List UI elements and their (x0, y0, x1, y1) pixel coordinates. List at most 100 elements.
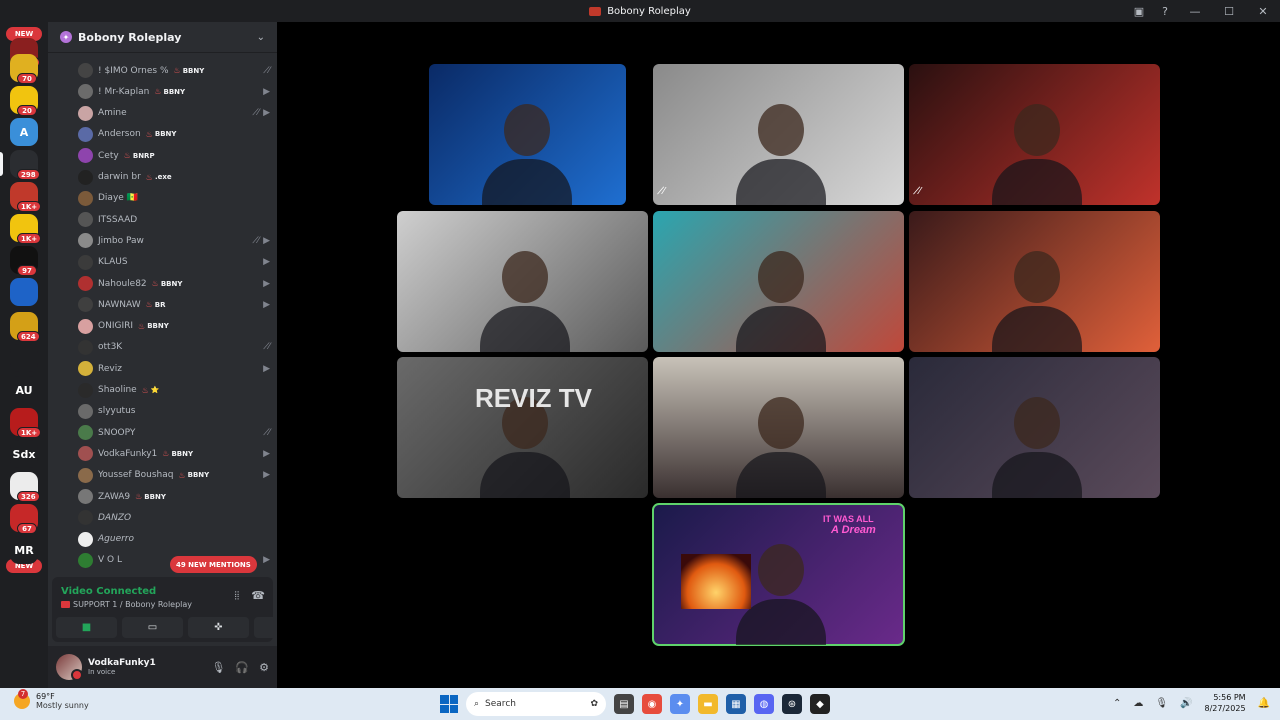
voice-member[interactable]: Youssef Boushaq ♨ BBNY ▶ (78, 465, 270, 486)
voice-member-list: ! $IMO Ornes % ♨ BBNY ⁄̸! Mr-Kaplan ♨ BBNY ▶ Am… (48, 60, 277, 570)
avatar (78, 361, 93, 377)
task-view-icon[interactable]: ▤ (614, 694, 634, 714)
tag-icon: ♨ (145, 300, 153, 310)
server-badge-1: 70 (17, 73, 37, 84)
video-tile[interactable]: REVIZ TV (397, 357, 648, 498)
member-status-icons: ▶ (263, 87, 270, 97)
voice-member[interactable]: Cety ♨ BNRP (78, 145, 270, 166)
voice-member[interactable]: darwin br ♨ .exe (78, 167, 270, 188)
server-icon-10[interactable] (10, 344, 38, 372)
avatar[interactable] (56, 654, 83, 681)
video-camera-icon: ▶ (263, 299, 270, 310)
voice-member[interactable]: SNOOPY ⁄̸ (78, 422, 270, 443)
voice-member[interactable]: Jimbo Paw ⁄̸ ▶ (78, 230, 270, 251)
muted-mic-icon: ⁄̸ (268, 65, 270, 76)
server-tag-text: BNRP (132, 151, 155, 160)
disconnect-icon[interactable]: ☎ (251, 589, 265, 603)
avatar (78, 382, 93, 398)
voice-member[interactable]: ONIGIRI ♨ BBNY (78, 316, 270, 337)
server-icon-13[interactable]: Sdx (10, 440, 38, 468)
voice-channel[interactable]: SUPPORT 1 / Bobony Roleplay (61, 600, 192, 609)
copilot-icon[interactable]: ✦ (670, 694, 690, 714)
headphones-icon[interactable]: 🎧 (235, 661, 249, 674)
server-icon-16[interactable]: MR (10, 536, 38, 564)
help-icon[interactable]: ? (1152, 0, 1178, 22)
screen-share-button[interactable]: ▭ (122, 617, 183, 638)
network-icon[interactable]: ☁ (1133, 698, 1143, 709)
store-icon[interactable]: ▦ (726, 694, 746, 714)
server-tag-text: BBNY (144, 492, 166, 501)
video-tile[interactable] (909, 357, 1160, 498)
weather-temp: 69°F (36, 692, 55, 701)
user-name: VodkaFunky1 (88, 658, 156, 668)
discord-icon[interactable]: ◍ (754, 694, 774, 714)
server-icon (61, 601, 70, 608)
file-explorer-icon[interactable]: ▬ (698, 694, 718, 714)
taskbar-apps: ⌕ Search ✿ ▤ ◉ ✦ ▬ ▦ ◍ ⊛ ◆ (440, 692, 830, 716)
maximize-button[interactable]: ☐ (1212, 0, 1246, 22)
video-tile[interactable]: IT WAS ALL A Dream (652, 503, 905, 646)
windows-start-icon[interactable] (440, 695, 458, 713)
camera-button[interactable]: ■ (56, 617, 117, 638)
weather-widget[interactable]: 69°F Mostly sunny (14, 689, 89, 710)
voice-member[interactable]: Nahoule82 ♨ BBNY ▶ (78, 273, 270, 294)
voice-member[interactable]: Amine ⁄̸ ▶ (78, 103, 270, 124)
chrome-icon[interactable]: ◉ (642, 694, 662, 714)
voice-member[interactable]: KLAUS ▶ (78, 252, 270, 273)
server-icon-8[interactable] (10, 278, 38, 306)
participant-video (758, 104, 804, 156)
search-placeholder: Search (485, 699, 516, 709)
activity-button[interactable]: ✜ (188, 617, 249, 638)
microphone-tray-icon[interactable]: 🎙 (1155, 698, 1168, 709)
close-button[interactable]: ✕ (1246, 0, 1280, 22)
user-info[interactable]: VodkaFunky1 In voice (88, 658, 205, 676)
tag-icon: ♨ (138, 321, 146, 331)
voice-member[interactable]: Shaoline ♨ ⭐ (78, 380, 270, 401)
video-tile[interactable] (653, 211, 904, 352)
gear-icon[interactable]: ⚙ (259, 661, 269, 674)
server-icon-11[interactable]: AU (10, 376, 38, 404)
voice-member[interactable]: Anderson ♨ BBNY (78, 124, 270, 145)
video-tile[interactable] (429, 64, 626, 205)
video-tile[interactable] (653, 357, 904, 498)
voice-member[interactable]: Diaye 🇸🇳 (78, 188, 270, 209)
voice-member[interactable]: DANZO (78, 507, 270, 528)
voice-member[interactable]: NAWNAW ♨ BR ▶ (78, 294, 270, 315)
search-icon: ⌕ (474, 699, 480, 709)
member-status-icons: ▶ (263, 449, 270, 459)
clock[interactable]: 5:56 PM 8/27/2025 (1205, 692, 1246, 714)
server-tag: ♨ BBNY (138, 322, 169, 331)
voice-member[interactable]: VodkaFunky1 ♨ BBNY ▶ (78, 443, 270, 464)
voice-member[interactable]: Reviz ▶ (78, 358, 270, 379)
server-tag: ♨ .exe (146, 173, 172, 182)
new-mentions-pill[interactable]: 49 NEW MENTIONS (170, 556, 257, 573)
volume-icon[interactable]: 🔊 (1180, 698, 1192, 709)
voice-member[interactable]: Aguerro (78, 529, 270, 550)
taskbar-search[interactable]: ⌕ Search ✿ (466, 692, 606, 716)
voice-status[interactable]: Video Connected (61, 586, 156, 597)
avatar (78, 339, 93, 355)
server-header[interactable]: ✦ Bobony Roleplay ⌄ (48, 22, 277, 53)
notification-bell-icon[interactable]: 🔔 (1258, 698, 1270, 709)
video-tile[interactable]: ⁄̸ (653, 64, 904, 205)
voice-member[interactable]: ! $IMO Ornes % ♨ BBNY ⁄̸ (78, 60, 270, 81)
voice-member[interactable]: slyyutus (78, 401, 270, 422)
avatar (78, 254, 93, 270)
steam-icon[interactable]: ⊛ (782, 694, 802, 714)
video-tile[interactable] (397, 211, 648, 352)
participant-body (992, 306, 1082, 352)
inbox-icon[interactable]: ▣ (1126, 0, 1152, 22)
app-icon[interactable]: ◆ (810, 694, 830, 714)
noise-suppression-icon[interactable]: ⦙⦙ (234, 589, 239, 603)
voice-member[interactable]: ! Mr-Kaplan ♨ BBNY ▶ (78, 81, 270, 102)
video-tile[interactable] (909, 211, 1160, 352)
server-tag-text: BBNY (147, 322, 169, 331)
microphone-icon[interactable]: 🎙 (211, 661, 225, 674)
minimize-button[interactable]: — (1178, 0, 1212, 22)
chevron-up-icon[interactable]: ⌃ (1113, 698, 1121, 709)
video-tile[interactable]: ⁄̸ (909, 64, 1160, 205)
voice-member[interactable]: ZAWA9 ♨ BBNY (78, 486, 270, 507)
voice-member[interactable]: ott3K ⁄̸ (78, 337, 270, 358)
voice-member[interactable]: ITSSAAD (78, 209, 270, 230)
server-icon-3[interactable]: A (10, 118, 38, 146)
